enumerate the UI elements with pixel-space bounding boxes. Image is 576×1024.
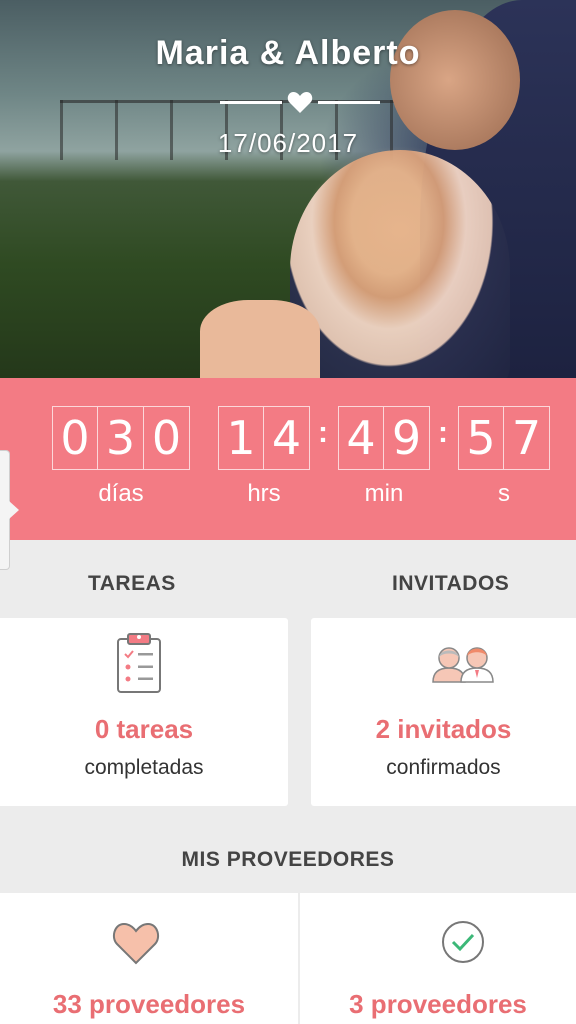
title-divider <box>220 90 380 114</box>
countdown-days: 0 3 0 <box>52 406 190 470</box>
hero-overlay: Maria & Alberto 17/06/2017 <box>0 0 576 378</box>
minutes-digit: 4 <box>338 406 384 470</box>
hours-digit: 1 <box>218 406 264 470</box>
time-separator: : <box>318 416 328 449</box>
seconds-label: s <box>498 480 510 507</box>
days-digit: 3 <box>98 406 144 470</box>
countdown-hours: 1 4 <box>218 406 310 470</box>
clipboard-icon <box>117 633 161 693</box>
minutes-label: min <box>364 480 404 507</box>
hired-vendors-card[interactable]: 3 proveedores <box>300 893 576 1024</box>
invitados-title[interactable]: INVITADOS <box>392 572 509 596</box>
couple-names: Maria & Alberto <box>155 34 421 72</box>
countdown-seconds: 5 7 <box>458 406 550 470</box>
hours-digit: 4 <box>264 406 310 470</box>
countdown-minutes: 4 9 <box>338 406 430 470</box>
days-digit: 0 <box>52 406 98 470</box>
tareas-card[interactable]: 0 tareas completadas <box>0 618 288 806</box>
seconds-digit: 7 <box>504 406 550 470</box>
days-digit: 0 <box>144 406 190 470</box>
tareas-count: 0 tareas <box>94 714 194 744</box>
invitados-card[interactable]: 2 invitados confirmados <box>311 618 576 806</box>
hero-photo: Maria & Alberto 17/06/2017 <box>0 0 576 378</box>
side-drawer-handle[interactable] <box>0 450 19 570</box>
heart-outline-icon <box>112 922 160 965</box>
heart-icon <box>287 92 313 113</box>
days-label: días <box>98 480 144 507</box>
hired-vendors-count: 3 proveedores <box>349 989 527 1019</box>
divider-line-left <box>220 101 282 104</box>
hours-label: hrs <box>247 480 281 507</box>
wedding-date: 17/06/2017 <box>217 128 359 158</box>
tareas-title[interactable]: TAREAS <box>88 572 176 596</box>
favorite-vendors-card[interactable]: 33 proveedores <box>0 893 298 1024</box>
minutes-digit: 9 <box>384 406 430 470</box>
proveedores-title[interactable]: MIS PROVEEDORES <box>0 848 576 872</box>
divider-line-right <box>318 101 380 104</box>
favorite-vendors-count: 33 proveedores <box>52 989 246 1019</box>
invitados-count: 2 invitados <box>375 714 512 744</box>
guests-icon <box>432 647 494 683</box>
time-separator: : <box>438 416 448 449</box>
seconds-digit: 5 <box>458 406 504 470</box>
tareas-status: completadas <box>84 756 204 779</box>
check-circle-icon <box>442 921 484 963</box>
invitados-status: confirmados <box>386 756 501 779</box>
